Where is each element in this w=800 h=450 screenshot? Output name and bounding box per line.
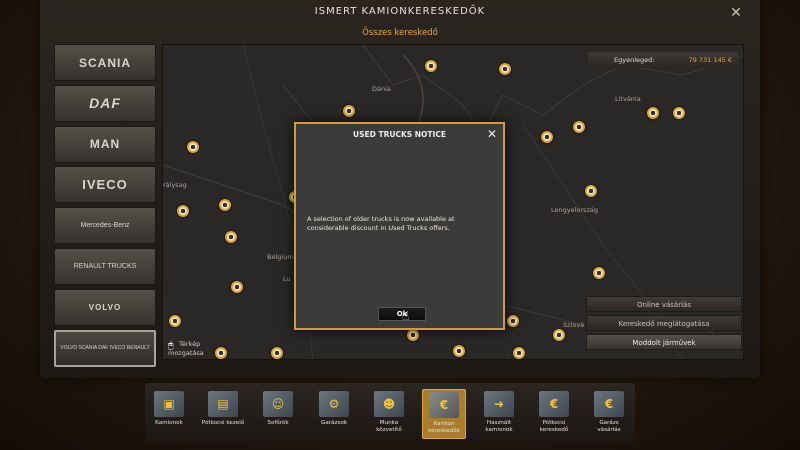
dealer-marker[interactable] — [187, 141, 199, 153]
dealer-marker[interactable] — [673, 107, 685, 119]
brand-all[interactable]: VOLVO SCANIA DAF IVECO RENAULT — [54, 329, 156, 367]
dealer-icon: € — [429, 392, 459, 418]
map-move-line1: Térkép — [179, 340, 201, 348]
toolbar-buy-garage[interactable]: € Garázs vásárlás — [587, 389, 631, 439]
toolbar-used-trucks[interactable]: ➜ Használt kamionok — [477, 389, 521, 439]
brand-mercedes[interactable]: Mercedes-Benz — [54, 207, 156, 245]
toolbar-truck-dealers[interactable]: € Kamion kereskedők — [422, 389, 466, 439]
brand-list: SCANIA DAF MAN IVECO Mercedes-Benz RENAU… — [54, 44, 156, 370]
toolbar-label: Pótkocsi kezelő — [201, 420, 245, 426]
brand-label: VOLVO SCANIA DAF IVECO RENAULT — [60, 345, 150, 352]
dealer-marker[interactable] — [585, 185, 597, 197]
map-label-lu: Lu — [283, 275, 291, 283]
dealer-marker[interactable] — [647, 107, 659, 119]
toolbar-garages[interactable]: ⚙ Garázsok — [312, 389, 356, 439]
toolbar-label: Garázsok — [320, 420, 347, 426]
dealer-marker[interactable] — [407, 329, 419, 341]
toolbar-drivers[interactable]: ☺ Sofőrök — [256, 389, 300, 439]
brand-renault[interactable]: RENAULT TRUCKS — [54, 247, 156, 285]
garage-icon: ⚙ — [319, 391, 349, 417]
recruitment-icon: ☻ — [374, 391, 404, 417]
toolbar-label: Kamionok — [155, 420, 183, 426]
balance-label: Egyenleged: — [614, 56, 655, 64]
brand-label: SCANIA — [78, 55, 131, 70]
map-label-denmark: Dánia — [372, 85, 391, 93]
dealer-marker[interactable] — [425, 60, 437, 72]
map-label-belgium: Belgium — [267, 253, 294, 261]
toolbar-label: Sofőrök — [267, 420, 289, 426]
used-trucks-notice-dialog: USED TRUCKS NOTICE ✕ A selection of olde… — [294, 122, 505, 330]
toolbar-label: Munka közvetítő — [376, 420, 402, 433]
close-icon[interactable]: ✕ — [728, 5, 744, 21]
dealer-marker[interactable] — [593, 267, 605, 279]
mouse-icon: 🖱 — [168, 341, 174, 351]
balance-box: Egyenleged: 79 731 145 € — [588, 52, 738, 68]
visit-dealer-button[interactable]: Kereskedő meglátogatása — [586, 315, 742, 331]
window-title: ISMERT KAMIONKERESKEDŐK — [314, 6, 486, 17]
map-label-lithuania: Litvánia — [615, 95, 641, 103]
modded-vehicles-button[interactable]: Moddolt járművek — [586, 334, 742, 350]
brand-man[interactable]: MAN — [54, 125, 156, 163]
dealer-marker[interactable] — [507, 315, 519, 327]
filter-subtitle[interactable]: Összes kereskedő — [0, 28, 800, 38]
brand-label: DAF — [89, 95, 121, 112]
dealer-marker[interactable] — [513, 347, 525, 359]
trailer-icon: ▤ — [208, 391, 238, 417]
toolbar-label: Kamion kereskedők — [428, 421, 460, 434]
dealer-marker[interactable] — [169, 315, 181, 327]
toolbar-trailer-manager[interactable]: ▤ Pótkocsi kezelő — [201, 389, 245, 439]
brand-label: MAN — [89, 137, 121, 152]
toolbar-trailer-dealer[interactable]: € Pótkocsi kereskedő — [532, 389, 576, 439]
map-label-poland: Lengyelország — [551, 206, 598, 214]
map-label-uk: rálysag — [163, 181, 187, 189]
dealer-marker[interactable] — [271, 347, 283, 359]
toolbar-label: Garázs vásárlás — [597, 420, 621, 433]
drivers-icon: ☺ — [263, 391, 293, 417]
toolbar-trucks[interactable]: ▣ Kamionok — [147, 389, 191, 439]
dealer-marker[interactable] — [453, 345, 465, 357]
brand-label: Mercedes-Benz — [80, 222, 130, 230]
dealer-marker[interactable] — [499, 63, 511, 75]
dealer-marker[interactable] — [343, 105, 355, 117]
brand-label: RENAULT TRUCKS — [73, 262, 137, 270]
toolbar-label: Használt kamionok — [485, 420, 513, 433]
dealer-marker[interactable] — [219, 199, 231, 211]
brand-label: VOLVO — [88, 302, 122, 312]
map-move-hint: 🖱 Térkép mozgatása — [168, 340, 204, 358]
dealer-marker[interactable] — [177, 205, 189, 217]
brand-scania[interactable]: SCANIA — [54, 44, 156, 81]
dealer-marker[interactable] — [231, 281, 243, 293]
trailer-dealer-icon: € — [539, 391, 569, 417]
map-label-slovakia: Szlová — [563, 321, 585, 329]
brand-iveco[interactable]: IVECO — [54, 166, 156, 204]
brand-label: IVECO — [82, 177, 128, 193]
online-purchase-button[interactable]: Online vásárlás — [586, 296, 742, 312]
toolbar-recruitment[interactable]: ☻ Munka közvetítő — [367, 389, 411, 439]
dealer-marker[interactable] — [573, 121, 585, 133]
dialog-title: USED TRUCKS NOTICE — [353, 130, 446, 139]
dealer-marker[interactable] — [541, 131, 553, 143]
dealer-marker[interactable] — [225, 231, 237, 243]
hand-cursor-icon: ☝ — [402, 309, 410, 323]
buy-garage-icon: € — [594, 391, 624, 417]
dialog-message: A selection of older trucks is now avail… — [307, 215, 455, 232]
dealer-marker[interactable] — [215, 347, 227, 359]
truck-icon: ▣ — [154, 391, 184, 417]
close-icon[interactable]: ✕ — [487, 127, 497, 141]
brand-volvo[interactable]: VOLVO — [54, 288, 156, 326]
toolbar-label: Pótkocsi kereskedő — [539, 420, 569, 433]
dealer-marker[interactable] — [553, 329, 565, 341]
balance-value: 79 731 145 € — [688, 56, 732, 64]
brand-daf[interactable]: DAF — [54, 84, 156, 122]
used-truck-icon: ➜ — [484, 391, 514, 417]
